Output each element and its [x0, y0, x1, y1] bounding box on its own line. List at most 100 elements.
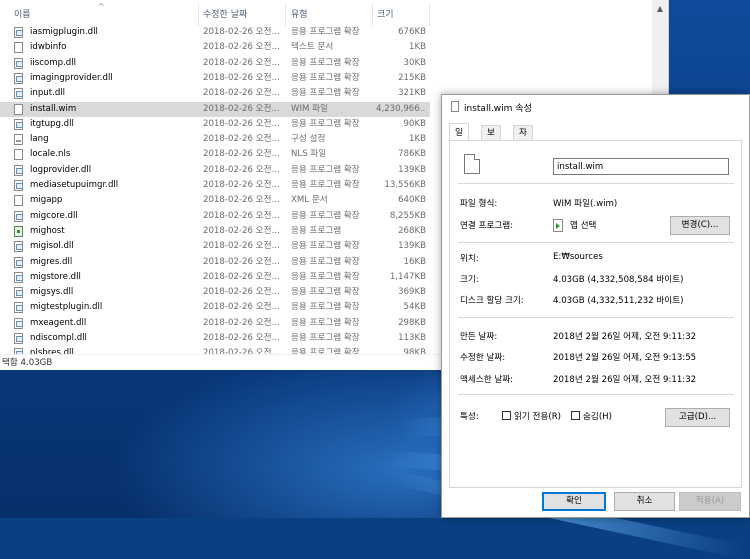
file-row[interactable]: migisol.dll 2018-02-26 오전... 응용 프로그램 확장 139…: [0, 239, 430, 254]
file-row[interactable]: nlsbres.dll 2018-02-26 오전... 응용 프로그램 확장 98K…: [0, 346, 430, 354]
file-type-value: WIM 파일(.wim): [553, 199, 618, 209]
file-name: mediasetupuimgr.dll: [30, 180, 119, 190]
file-row[interactable]: ndiscompl.dll 2018-02-26 오전... 응용 프로그램 확장 1…: [0, 331, 430, 346]
file-name: migres.dll: [30, 256, 73, 267]
tab-security[interactable]: 보안: [481, 125, 501, 153]
dll-file-icon: [14, 256, 23, 268]
sort-ascending-icon: ^: [98, 2, 105, 11]
file-date: 2018-02-26 오전...: [203, 134, 280, 145]
file-type: 응용 프로그램 확장: [291, 72, 360, 83]
file-row-selected[interactable]: install.wim 2018-02-26 오전... WIM 파일 4,230,9…: [0, 101, 430, 117]
file-row[interactable]: migsys.dll 2018-02-26 오전... 응용 프로그램 확장 369K…: [0, 285, 430, 300]
file-row[interactable]: idwbinfo 2018-02-26 오전... 텍스트 문서 1KB: [0, 40, 430, 55]
filename-input[interactable]: [553, 158, 729, 175]
file-date: 2018-02-26 오전...: [203, 180, 280, 190]
file-row[interactable]: mxeagent.dll 2018-02-26 오전... 응용 프로그램 확장 29…: [0, 316, 430, 331]
file-row[interactable]: migtestplugin.dll 2018-02-26 오전... 응용 프로그램…: [0, 300, 430, 315]
file-type: 응용 프로그램 확장: [291, 164, 360, 175]
file-row[interactable]: locale.nls 2018-02-26 오전... NLS 파일 786KB: [0, 147, 430, 162]
attributes-label: 특성:: [460, 412, 479, 422]
file-row[interactable]: itgtupg.dll 2018-02-26 오전... 응용 프로그램 확장 90K…: [0, 117, 430, 132]
file-type: 응용 프로그램 확장: [291, 57, 360, 68]
hidden-checkbox[interactable]: [571, 411, 580, 420]
file-name: migsys.dll: [30, 287, 74, 298]
hidden-label[interactable]: 숨김(H): [583, 410, 612, 422]
file-type: 응용 프로그램 확장: [291, 88, 360, 99]
location-value: E:₩sources: [553, 252, 603, 262]
divider: [458, 394, 734, 395]
column-divider[interactable]: [429, 4, 430, 26]
file-type: 응용 프로그램 확장: [291, 302, 360, 313]
file-size: 113KB: [398, 333, 426, 343]
file-row[interactable]: mighost 2018-02-26 오전... 응용 프로그램 268KB: [0, 224, 430, 239]
change-button[interactable]: 변경(C)...: [670, 216, 730, 235]
file-size: 369KB: [398, 287, 426, 298]
file-date: 2018-02-26 오전...: [203, 241, 280, 252]
tab-general[interactable]: 일반: [449, 123, 469, 156]
created-label: 만든 날짜:: [460, 332, 498, 342]
file-date: 2018-02-26 오전...: [203, 210, 280, 221]
file-row[interactable]: migcore.dll 2018-02-26 오전... 응용 프로그램 확장 8,2…: [0, 209, 430, 224]
status-selected-size: 택함 4.03GB: [2, 358, 53, 368]
file-type: 응용 프로그램 확장: [291, 27, 360, 37]
file-row[interactable]: iiscomp.dll 2018-02-26 오전... 응용 프로그램 확장 30K…: [0, 56, 430, 71]
file-size: 139KB: [398, 241, 426, 252]
file-row[interactable]: iasmigplugin.dll 2018-02-26 오전... 응용 프로그램 …: [0, 25, 430, 40]
file-name: locale.nls: [30, 149, 71, 160]
dll-file-icon: [14, 72, 23, 84]
tab-details[interactable]: 자세히: [513, 125, 533, 168]
column-divider[interactable]: [372, 4, 373, 26]
dialog-title: install.wim 속성: [464, 104, 532, 114]
file-row[interactable]: logprovider.dll 2018-02-26 오전... 응용 프로그램 확…: [0, 163, 430, 178]
dll-file-icon: [14, 302, 23, 314]
readonly-label[interactable]: 읽기 전용(R): [514, 410, 561, 422]
file-row[interactable]: migres.dll 2018-02-26 오전... 응용 프로그램 확장 16KB: [0, 255, 430, 270]
column-divider[interactable]: [198, 4, 199, 26]
file-type: 응용 프로그램 확장: [291, 180, 360, 190]
dll-file-icon: [14, 241, 23, 253]
xml-file-icon: [14, 195, 23, 207]
column-divider[interactable]: [285, 4, 286, 26]
divider: [458, 242, 734, 243]
disk-size-value: 4.03GB (4,332,511,232 바이트): [553, 296, 684, 306]
file-row[interactable]: lang 2018-02-26 오전... 구성 설정 1KB: [0, 132, 430, 147]
file-row[interactable]: imagingprovider.dll 2018-02-26 오전... 응용 프로…: [0, 71, 430, 86]
dll-file-icon: [14, 164, 23, 176]
file-icon: [451, 101, 459, 112]
file-row[interactable]: migstore.dll 2018-02-26 오전... 응용 프로그램 확장 1,…: [0, 270, 430, 285]
file-row[interactable]: mediasetupuimgr.dll 2018-02-26 오전... 응용 프로…: [0, 178, 430, 193]
cancel-button[interactable]: 취소: [614, 492, 675, 511]
generic-file-icon: [14, 149, 23, 161]
apply-button[interactable]: 적용(A): [679, 492, 741, 511]
file-date: 2018-02-26 오전...: [203, 103, 280, 114]
file-row[interactable]: input.dll 2018-02-26 오전... 응용 프로그램 확장 321KB: [0, 86, 430, 101]
file-date: 2018-02-26 오전...: [203, 225, 280, 236]
column-header-size[interactable]: 크기: [377, 0, 394, 26]
file-type: 응용 프로그램 확장: [291, 118, 360, 129]
file-date: 2018-02-26 오전...: [203, 72, 280, 83]
file-type-label: 파일 형식:: [460, 199, 498, 209]
file-size: 786KB: [398, 149, 426, 160]
file-row[interactable]: migapp 2018-02-26 오전... XML 문서 640KB: [0, 193, 430, 208]
column-header-type[interactable]: 유형: [291, 0, 308, 26]
file-type: NLS 파일: [291, 149, 327, 160]
file-size: 13,556KB: [384, 180, 426, 190]
column-header-name[interactable]: 이름: [14, 0, 31, 26]
file-date: 2018-02-26 오전...: [203, 88, 280, 99]
file-type: 응용 프로그램 확장: [291, 317, 360, 328]
dll-file-icon: [14, 27, 23, 38]
file-name: migtestplugin.dll: [30, 302, 103, 313]
column-header-date[interactable]: 수정한 날짜: [203, 0, 247, 26]
readonly-checkbox[interactable]: [502, 411, 511, 420]
file-size: 4,230,966...: [376, 103, 426, 114]
file-date: 2018-02-26 오전...: [203, 302, 280, 313]
advanced-button[interactable]: 고급(D)...: [665, 408, 730, 427]
file-date: 2018-02-26 오전...: [203, 164, 280, 175]
scroll-up-arrow-icon[interactable]: ▲: [652, 4, 668, 13]
file-name: migapp: [30, 195, 63, 206]
file-type: 응용 프로그램 확장: [291, 241, 360, 252]
file-name: itgtupg.dll: [30, 118, 74, 129]
dll-file-icon: [14, 57, 23, 69]
file-name: imagingprovider.dll: [30, 72, 113, 83]
ok-button[interactable]: 확인: [542, 492, 606, 511]
